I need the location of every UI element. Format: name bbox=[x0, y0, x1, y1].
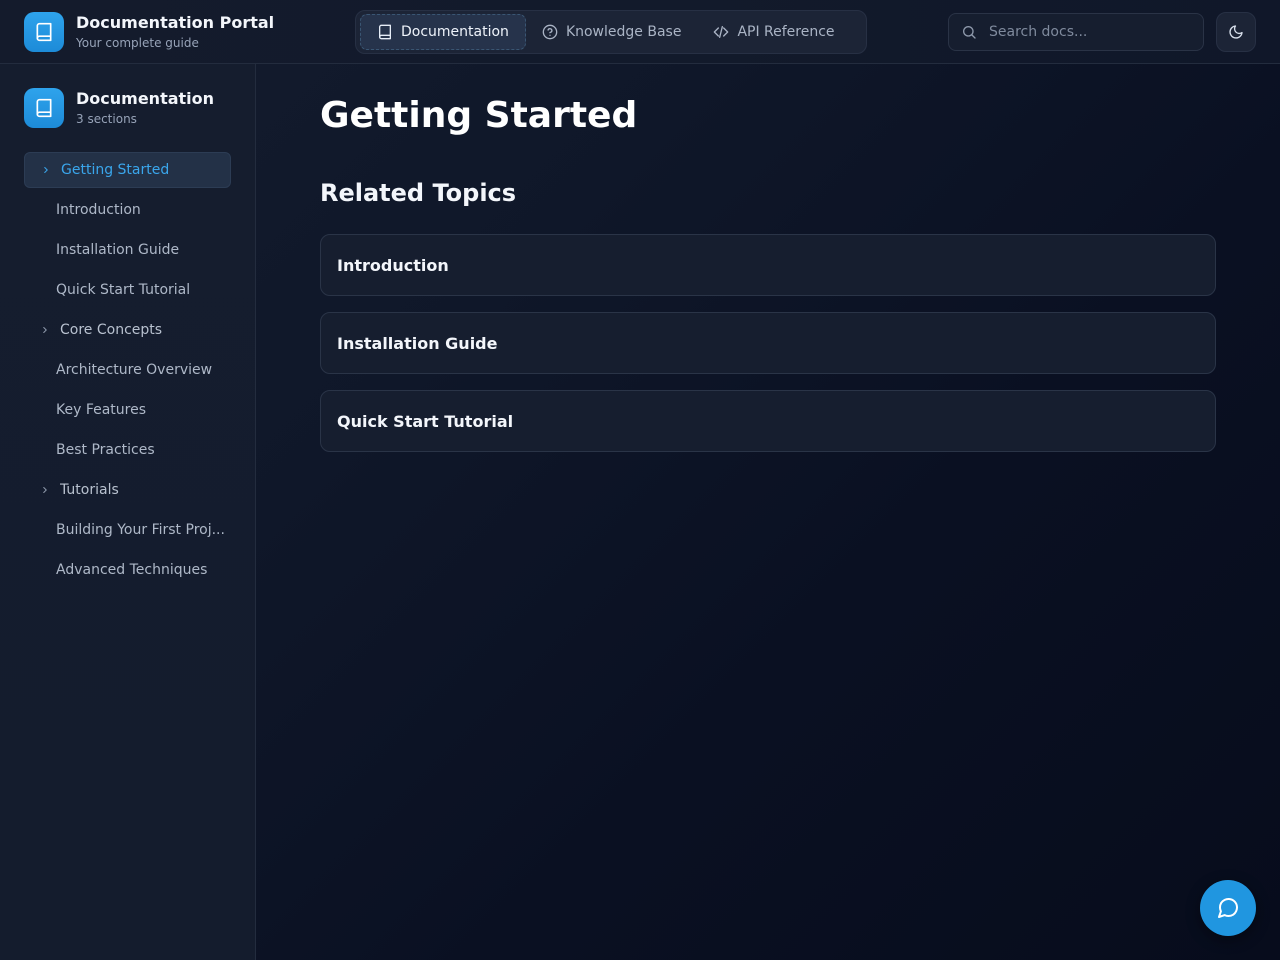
sidebar-item-label: Core Concepts bbox=[60, 322, 163, 338]
book-icon bbox=[24, 12, 64, 52]
sidebar: Documentation 3 sections Getting Started… bbox=[0, 64, 256, 960]
theme-toggle-button[interactable] bbox=[1216, 12, 1256, 52]
code-icon bbox=[714, 26, 729, 38]
tab-api-reference[interactable]: API Reference bbox=[697, 14, 850, 50]
related-topics-heading: Related Topics bbox=[320, 179, 517, 207]
tab-documentation[interactable]: Documentation bbox=[360, 14, 526, 50]
sidebar-item-label: Quick Start Tutorial bbox=[56, 282, 191, 298]
main-tabs: Documentation Knowledge Base API Referen… bbox=[355, 10, 867, 54]
related-topic-label: Quick Start Tutorial bbox=[337, 411, 514, 431]
sidebar-item-best-practices[interactable]: Best Practices bbox=[24, 432, 231, 468]
app-subtitle: Your complete guide bbox=[76, 36, 199, 50]
help-circle-icon bbox=[542, 24, 558, 40]
sidebar-title: Documentation bbox=[76, 89, 215, 108]
related-topic-label: Introduction bbox=[337, 255, 449, 275]
message-circle-icon bbox=[1218, 897, 1239, 918]
page-title: Getting Started bbox=[320, 95, 638, 136]
sidebar-item-label: Getting Started bbox=[61, 162, 170, 178]
sidebar-item-key-features[interactable]: Key Features bbox=[24, 392, 231, 428]
sidebar-item-label: Advanced Techniques bbox=[56, 562, 208, 578]
book-icon bbox=[24, 88, 64, 128]
chevron-right-icon bbox=[40, 485, 52, 495]
sidebar-item-label: Architecture Overview bbox=[56, 362, 213, 378]
sidebar-section-count: 3 sections bbox=[76, 112, 137, 126]
tab-label: Documentation bbox=[401, 24, 509, 40]
book-icon bbox=[379, 24, 391, 40]
brand[interactable]: Documentation Portal Your complete guide bbox=[24, 12, 274, 52]
sidebar-item-introduction[interactable]: Introduction bbox=[24, 192, 231, 228]
sidebar-item-advanced-techniques[interactable]: Advanced Techniques bbox=[24, 552, 231, 588]
app-root: Documentation Portal Your complete guide… bbox=[0, 0, 1280, 960]
related-topic-card-introduction[interactable]: Introduction bbox=[320, 234, 1216, 296]
sidebar-item-core-concepts[interactable]: Core Concepts bbox=[24, 312, 231, 348]
tab-label: Knowledge Base bbox=[565, 24, 682, 40]
related-topics-list: Introduction Installation Guide Quick St… bbox=[320, 234, 1216, 452]
search-icon bbox=[963, 26, 976, 39]
sidebar-item-installation-guide[interactable]: Installation Guide bbox=[24, 232, 231, 268]
chevron-right-icon bbox=[40, 325, 52, 335]
sidebar-item-label: Introduction bbox=[56, 202, 141, 218]
sidebar-item-label: Building Your First Proj... bbox=[56, 522, 225, 538]
search-box bbox=[948, 13, 1204, 51]
sidebar-item-architecture-overview[interactable]: Architecture Overview bbox=[24, 352, 231, 388]
sidebar-item-label: Installation Guide bbox=[56, 242, 180, 258]
sidebar-item-label: Tutorials bbox=[60, 482, 119, 498]
sidebar-item-label: Best Practices bbox=[56, 442, 155, 458]
chevron-right-icon bbox=[41, 165, 53, 175]
top-header: Documentation Portal Your complete guide… bbox=[0, 0, 1280, 64]
sidebar-item-label: Key Features bbox=[56, 402, 147, 418]
app-title: Documentation Portal bbox=[76, 13, 275, 32]
sidebar-item-tutorials[interactable]: Tutorials bbox=[24, 472, 231, 508]
tab-knowledge-base[interactable]: Knowledge Base bbox=[526, 14, 698, 50]
main-content: Getting Started Related Topics Introduct… bbox=[320, 64, 1216, 468]
sidebar-item-getting-started[interactable]: Getting Started bbox=[24, 152, 231, 188]
related-topic-card-quick-start-tutorial[interactable]: Quick Start Tutorial bbox=[320, 390, 1216, 452]
tab-label: API Reference bbox=[737, 24, 835, 40]
related-topic-label: Installation Guide bbox=[337, 333, 498, 353]
sidebar-item-building-your-first-project[interactable]: Building Your First Proj... bbox=[24, 512, 231, 548]
sidebar-nav: Getting Started Introduction Installatio… bbox=[24, 152, 231, 592]
sidebar-header: Documentation 3 sections bbox=[24, 88, 214, 128]
chat-button[interactable] bbox=[1200, 880, 1256, 936]
related-topic-card-installation-guide[interactable]: Installation Guide bbox=[320, 312, 1216, 374]
search-input[interactable] bbox=[989, 24, 1179, 40]
moon-icon bbox=[1229, 25, 1243, 39]
sidebar-item-quick-start-tutorial[interactable]: Quick Start Tutorial bbox=[24, 272, 231, 308]
